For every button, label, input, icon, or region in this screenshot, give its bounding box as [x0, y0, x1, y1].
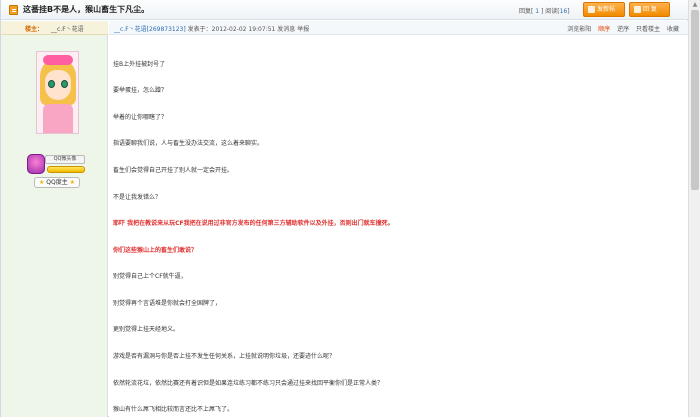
post-paragraph-highlight: 耶吓 我把在教说来从玩CF我把在说用过非官方发布的任何第三方辅助软件以及外挂，否…	[113, 220, 394, 227]
post-paragraph: 游戏是否有漏洞与你是否上挂不发生任何关系，上挂就说明你垃圾，还要迹什么呢？	[113, 353, 336, 360]
vertical-scrollbar[interactable]: ▲	[688, 0, 700, 417]
rank-label: QQ度主	[46, 179, 68, 186]
reply-button[interactable]: 回 复	[629, 2, 670, 17]
post-meta: __c.F丶花语[269873123] 发表于：2012-02-02 19:07…	[109, 21, 689, 35]
owner-row: 楼主： __c.F丶花语	[1, 21, 108, 35]
send-message-link[interactable]: 发消息	[277, 26, 295, 33]
favorite-link[interactable]: 收藏	[667, 26, 679, 33]
badge-level-bar	[47, 166, 85, 173]
post-paragraph: 别觉得再个言语堆是你就会打全国牌了，	[113, 300, 222, 307]
post-content: __c.F丶花语[269873123] 发表于：2012-02-02 19:07…	[109, 21, 689, 417]
post-time: 发表于：2012-02-02 19:07:51	[187, 26, 276, 33]
view-count-label: 阅读	[545, 8, 558, 15]
thread-stats: 回复[ 1 ] 阅读[16]	[519, 8, 570, 15]
reply-count-label: 回复	[519, 8, 532, 15]
post-paragraph: 依然轮流花垃，依然比赛还有着识但是如果连垃练习都不练习只会通过挂来找回平衡你们是…	[113, 380, 384, 387]
star-icon: ★	[38, 179, 45, 186]
post-paragraph: 指语要聊我们说，人与畜生没办法交流，这么着来聊实。	[113, 140, 264, 147]
post-frame: 这番挂B不是人，猴山畜生下凡尘。 回复[ 1 ] 阅读[16] 发新帖 回 复 …	[0, 0, 689, 417]
author-sidebar: 楼主： __c.F丶花语 QQ微头像 ★ QQ度主 ★	[1, 21, 108, 417]
avatar-bow	[43, 55, 73, 65]
thread-title: 这番挂B不是人，猴山畜生下凡尘。	[23, 5, 150, 14]
avatar-left-eye	[48, 80, 55, 88]
post-paragraph: 要举蛋挂，怎么蹭？	[113, 87, 168, 94]
user-badge: QQ微头像	[27, 154, 87, 176]
avatar[interactable]	[36, 51, 79, 134]
order-asc-link[interactable]: 顺序	[598, 26, 610, 33]
view-count: 16	[559, 8, 568, 15]
badge-text: QQ微头像	[45, 155, 85, 164]
post-meta-right: 浏览影阳 顺序 逆序 只看楼主 收藏	[562, 24, 679, 33]
post-paragraph: 举着的让你哪瞎了？	[113, 114, 168, 121]
thread-header: 这番挂B不是人，猴山畜生下凡尘。 回复[ 1 ] 阅读[16] 发新帖 回 复	[1, 0, 689, 20]
reply-icon	[634, 6, 641, 13]
new-post-button[interactable]: 发新帖	[583, 2, 625, 17]
report-link[interactable]: 举报	[297, 26, 309, 33]
order-desc-link[interactable]: 逆序	[617, 26, 629, 33]
post-paragraph: 畜生们会觉得自己开挂了别人就一定会开挂。	[113, 167, 234, 174]
reply-count: 1	[535, 8, 540, 15]
document-icon	[9, 5, 18, 15]
view-mode-label: 浏览影阳	[567, 26, 592, 33]
owner-label: 楼主：	[25, 26, 44, 33]
post-meta-left: __c.F丶花语[269873123] 发表于：2012-02-02 19:07…	[114, 24, 309, 33]
post-paragraph: 猴山有什么屌飞相比较而言还比不上屌飞了。	[113, 406, 234, 413]
scroll-up-arrow-icon[interactable]: ▲	[691, 1, 699, 8]
post-paragraph: 更别觉得上挂天经地义。	[113, 326, 180, 333]
badge-emblem-icon	[27, 154, 45, 174]
reply-button-label: 回 复	[643, 6, 657, 13]
avatar-dress	[43, 104, 73, 133]
star-icon: ★	[69, 179, 76, 186]
post-paragraph-highlight: 你们这些猴山上的畜生们敢说？	[113, 247, 198, 254]
new-post-button-label: 发新帖	[597, 6, 616, 13]
avatar-right-eye	[61, 80, 68, 88]
post-paragraph: 别觉得自己上个CF就牛逼，	[113, 273, 187, 280]
rank-badge: ★ QQ度主 ★	[34, 177, 80, 188]
post-author-link[interactable]: __c.F丶花语[269873123]	[114, 26, 186, 33]
only-owner-link[interactable]: 只看楼主	[636, 26, 660, 33]
post-paragraph: 不是让我发错么？	[113, 194, 162, 201]
post-paragraph: 挂B上外挂被封号了	[113, 61, 166, 68]
scrollbar-thumb[interactable]	[691, 10, 699, 190]
edit-icon	[588, 6, 595, 13]
owner-name-link[interactable]: __c.F丶花语	[51, 24, 84, 33]
